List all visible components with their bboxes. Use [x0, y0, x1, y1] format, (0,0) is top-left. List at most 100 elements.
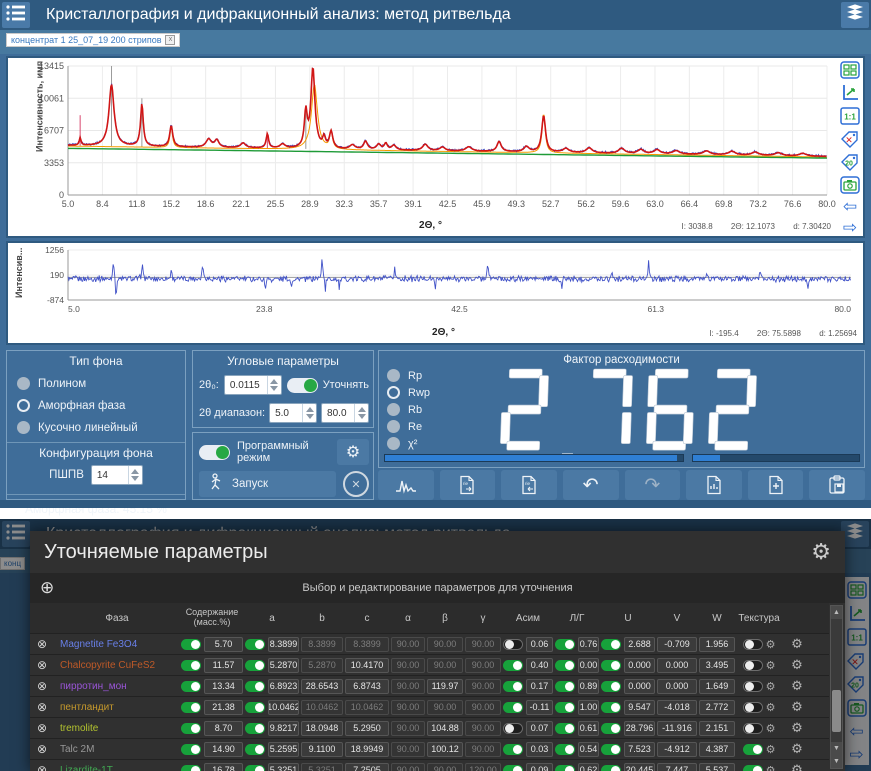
toggle[interactable] [555, 681, 575, 692]
w-value[interactable]: 2.772 [699, 700, 735, 715]
delete-phase-icon[interactable]: ⊗ [37, 721, 47, 735]
rfactor_panel-option[interactable]: Rp [387, 369, 430, 382]
lg-value[interactable]: 0.76 [578, 637, 599, 652]
asym-value[interactable]: 0.06 [526, 637, 553, 652]
lg-value[interactable]: 1.00 [578, 700, 599, 715]
b-value[interactable]: 9.1100 [301, 742, 343, 757]
background_panel-option[interactable]: Полином [17, 377, 185, 390]
gamma-value[interactable]: 90.00 [465, 637, 501, 652]
texture-gear-icon[interactable]: ⚙ [766, 743, 776, 756]
phase-name[interactable]: Magnetite Fe3O4 [54, 639, 180, 650]
gamma-value[interactable]: 90.00 [465, 658, 501, 673]
u-value[interactable]: 9.547 [624, 700, 655, 715]
content-value[interactable]: 11.57 [204, 658, 243, 673]
w-value[interactable]: 5.537 [699, 763, 735, 771]
program-mode-toggle[interactable] [199, 445, 230, 460]
content-value[interactable]: 5.70 [204, 637, 243, 652]
a-value[interactable]: 9.8217 [268, 721, 299, 736]
gamma-value[interactable]: 90.00 [465, 721, 501, 736]
scrollbar-thumb[interactable] [832, 690, 841, 732]
beta-value[interactable]: 90.00 [427, 763, 463, 771]
toggle[interactable] [503, 639, 523, 650]
pan-right-icon[interactable]: ⇨ [839, 219, 861, 237]
toggle[interactable] [503, 723, 523, 734]
texture-gear-icon[interactable]: ⚙ [766, 722, 776, 735]
toggle[interactable] [181, 681, 201, 692]
gamma-value[interactable]: 90.00 [465, 742, 501, 757]
scroll-down-icon[interactable]: ▼ [831, 742, 842, 755]
phase-name[interactable]: Chalcopyrite CuFeS2 [54, 660, 180, 671]
content-value[interactable]: 14.90 [204, 742, 243, 757]
toggle[interactable] [601, 639, 621, 650]
toggle[interactable] [181, 723, 201, 734]
structure-gear-icon[interactable]: ⚙ [791, 657, 803, 673]
v-value[interactable]: 0.000 [657, 658, 697, 673]
toggle[interactable] [555, 744, 575, 755]
phase-name[interactable]: Lizardite-1T [54, 765, 180, 771]
structure-gear-icon[interactable]: ⚙ [791, 699, 803, 715]
import-rie-button[interactable]: rie [440, 470, 496, 500]
a-value[interactable]: 5.2870 [268, 658, 299, 673]
toggle[interactable] [743, 723, 763, 734]
a-value[interactable]: 8.3899 [268, 637, 299, 652]
a-value[interactable]: 5.2595 [268, 742, 299, 757]
w-value[interactable]: 4.387 [699, 742, 735, 757]
b-value[interactable]: 10.0462 [301, 700, 343, 715]
asym-value[interactable]: -0.11 [526, 700, 553, 715]
toggle[interactable] [181, 744, 201, 755]
beta-value[interactable]: 90.00 [427, 658, 463, 673]
alpha-value[interactable]: 90.00 [391, 763, 425, 771]
texture-gear-icon[interactable]: ⚙ [766, 638, 776, 651]
a-value[interactable]: 6.8923 [268, 679, 299, 694]
w-value[interactable]: 1.649 [699, 679, 735, 694]
beta-value[interactable]: 100.12 [427, 742, 463, 757]
report-document-button[interactable] [686, 470, 742, 500]
v-value[interactable]: 0.000 [657, 679, 697, 694]
rfactor_panel-option[interactable]: Re [387, 420, 430, 433]
tab-close-icon[interactable]: x [165, 35, 175, 45]
rfactor_panel-option[interactable]: χ² [387, 437, 430, 450]
b-value[interactable]: 5.3251 [301, 763, 343, 771]
structure-gear-icon[interactable]: ⚙ [791, 762, 803, 771]
toggle[interactable] [743, 744, 763, 755]
toggle[interactable] [743, 765, 763, 771]
axes-icon[interactable] [839, 83, 861, 103]
remove-label-icon[interactable]: ✕ [839, 129, 861, 149]
snapshot-icon[interactable] [839, 175, 861, 195]
phase-name[interactable]: tremolite [54, 723, 180, 734]
b-value[interactable]: 5.2870 [301, 658, 343, 673]
c-value[interactable]: 6.8743 [345, 679, 389, 694]
content-value[interactable]: 8.70 [204, 721, 243, 736]
label-icon[interactable]: 20 [839, 152, 861, 172]
toggle[interactable] [743, 660, 763, 671]
range-from-stepper[interactable]: 5.0 [269, 403, 317, 423]
v-value[interactable]: -4.912 [657, 742, 697, 757]
toggle[interactable] [601, 702, 621, 713]
asym-value[interactable]: 0.17 [526, 679, 553, 694]
c-value[interactable]: 10.4170 [345, 658, 389, 673]
alpha-value[interactable]: 90.00 [391, 637, 425, 652]
asym-value[interactable]: 0.03 [526, 742, 553, 757]
asym-value[interactable]: 0.07 [526, 721, 553, 736]
alpha-value[interactable]: 90.00 [391, 679, 425, 694]
w-value[interactable]: 1.956 [699, 637, 735, 652]
texture-gear-icon[interactable]: ⚙ [766, 659, 776, 672]
delete-phase-icon[interactable]: ⊗ [37, 637, 47, 651]
toggle[interactable] [181, 702, 201, 713]
c-value[interactable]: 8.3899 [345, 637, 389, 652]
toggle[interactable] [601, 765, 621, 771]
export-rie-button[interactable]: rie [501, 470, 557, 500]
range-to-stepper[interactable]: 80.0 [321, 403, 369, 423]
c-value[interactable]: 18.9949 [345, 742, 389, 757]
toggle[interactable] [555, 702, 575, 713]
delete-phase-icon[interactable]: ⊗ [37, 679, 47, 693]
rfactor_panel-option[interactable]: Rb [387, 403, 430, 416]
lg-value[interactable]: 0.00 [578, 658, 599, 673]
phase-name[interactable]: пентландит [54, 702, 180, 713]
alpha-value[interactable]: 90.00 [391, 721, 425, 736]
beta-value[interactable]: 90.00 [427, 700, 463, 715]
gamma-value[interactable]: 90.00 [465, 700, 501, 715]
toggle[interactable] [601, 660, 621, 671]
lg-value[interactable]: 0.89 [578, 679, 599, 694]
b-value[interactable]: 28.6543 [301, 679, 343, 694]
